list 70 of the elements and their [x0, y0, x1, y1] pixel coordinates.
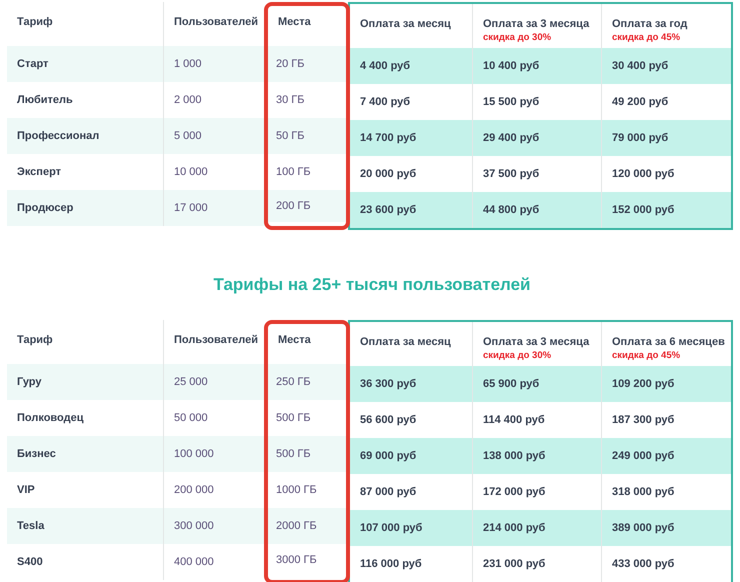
table-cell: 23 600 руб: [350, 192, 472, 228]
column-header: Пользователей: [174, 16, 256, 28]
table-cell: 109 200 руб: [601, 366, 731, 402]
table-cell: 200 ГБ: [268, 190, 346, 222]
column-header: Оплата за год: [612, 18, 688, 30]
table-cell: 30 400 руб: [601, 48, 731, 84]
table-cell: 250 ГБ: [268, 364, 346, 400]
table-cell: 100 000: [163, 436, 266, 472]
discount-note: скидка до 45%: [612, 32, 682, 43]
table-cell: 138 000 руб: [472, 438, 601, 474]
table-cell: Профессионал: [7, 118, 163, 154]
table-cell-text: 20 000 руб: [359, 167, 418, 182]
table-cell: Продюсер: [7, 190, 163, 226]
table-cell: 65 900 руб: [472, 366, 601, 402]
table-cell: 231 000 руб: [472, 546, 601, 582]
table-cell-text: 100 ГБ: [275, 165, 312, 180]
table-cell: 300 000: [163, 508, 266, 544]
table-cell-text: Полководец: [16, 411, 84, 426]
table-cell: Гуру: [7, 364, 163, 400]
table-cell-text: Любитель: [16, 93, 74, 108]
table-cell: 44 800 руб: [472, 192, 601, 228]
column-header: Оплата за месяц: [360, 336, 452, 348]
column-header: Оплата за 3 месяца: [483, 336, 590, 348]
table-cell: 36 300 руб: [350, 366, 472, 402]
table-cell-text: 500 ГБ: [275, 411, 312, 426]
table-cell: 214 000 руб: [472, 510, 601, 546]
column-header: Места: [278, 334, 312, 346]
table-cell-text: 1000 ГБ: [275, 483, 318, 498]
table-cell: Tesla: [7, 508, 163, 544]
column-header: Тариф: [17, 334, 54, 346]
table-cell-text: 30 ГБ: [275, 93, 306, 108]
table-cell: 389 000 руб: [601, 510, 731, 546]
table-cell: 14 700 руб: [350, 120, 472, 156]
table-cell: 50 ГБ: [268, 118, 346, 154]
table-cell: 25 000: [163, 364, 266, 400]
table-cell: 152 000 руб: [601, 192, 731, 228]
table-cell: 1 000: [163, 46, 266, 82]
table-cell-text: 3000 ГБ: [275, 553, 318, 568]
table-cell-text: S400: [16, 555, 44, 570]
table-cell: 5 000: [163, 118, 266, 154]
table-cell: 10 400 руб: [472, 48, 601, 84]
table-cell: Бизнес: [7, 436, 163, 472]
discount-note: скидка до 45%: [612, 350, 682, 361]
table-cell-text: 56 600 руб: [359, 413, 418, 428]
table-cell: 17 000: [163, 190, 266, 226]
table-cell-text: 87 000 руб: [359, 485, 418, 500]
table-cell: 500 ГБ: [268, 436, 346, 472]
table-cell: 79 000 руб: [601, 120, 731, 156]
table-cell: 69 000 руб: [350, 438, 472, 474]
table-cell-text: Эксперт: [16, 165, 62, 180]
table-cell: 4 400 руб: [350, 48, 472, 84]
section-title: Тарифы на 25+ тысяч пользователей: [212, 274, 532, 296]
table-cell: 249 000 руб: [601, 438, 731, 474]
table-cell-text: 116 000 руб: [359, 557, 423, 572]
discount-note: скидка до 30%: [483, 350, 552, 361]
table-cell: Старт: [7, 46, 163, 82]
discount-note: скидка до 30%: [483, 32, 552, 43]
table-cell: 29 400 руб: [472, 120, 601, 156]
table-cell-text: VIP: [16, 483, 36, 498]
column-header: Оплата за месяц: [360, 18, 452, 30]
table-cell: 107 000 руб: [350, 510, 472, 546]
table-cell: 20 ГБ: [268, 46, 346, 82]
column-header: Оплата за 3 месяца: [483, 18, 590, 30]
column-header: Пользователей: [174, 334, 256, 346]
table-cell: 2000 ГБ: [268, 508, 346, 544]
column-header: Тариф: [17, 16, 54, 28]
table-cell: 400 000: [163, 544, 266, 580]
table-cell: 433 000 руб: [601, 546, 731, 582]
column-header: Места: [278, 16, 312, 28]
table-cell-text: 7 400 руб: [359, 95, 412, 110]
